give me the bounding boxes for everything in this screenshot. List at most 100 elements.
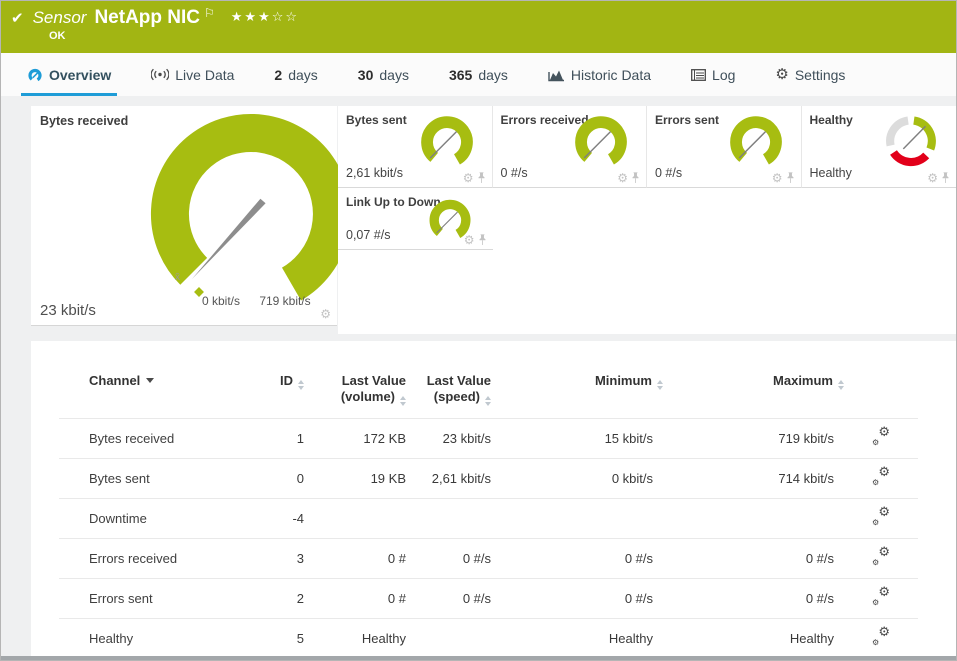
tab-historic-data[interactable]: Historic Data	[548, 53, 651, 96]
channel-settings-gears-icon[interactable]: ⚙⚙	[871, 468, 891, 486]
tab-365-days[interactable]: 365days	[449, 53, 508, 96]
channel-id-cell: 3	[209, 539, 304, 579]
minimum-cell: 0 #/s	[491, 579, 663, 619]
channel-settings-gears-icon[interactable]: ⚙⚙	[871, 588, 891, 606]
column-header-actions	[844, 367, 918, 419]
object-kind-label: Sensor	[33, 8, 87, 28]
sort-desc-icon	[146, 378, 154, 383]
channel-settings-gears-icon[interactable]: ⚙⚙	[871, 628, 891, 646]
column-header-last-value-speed[interactable]: Last Value (speed)	[406, 367, 491, 419]
segmented-gauge	[882, 114, 940, 172]
channel-gear-icon[interactable]: ⚙	[927, 172, 938, 184]
channel-row: Errors received 3 0 # 0 #/s 0 #/s 0 #/s …	[59, 539, 918, 579]
last-value-speed-cell: 2,61 kbit/s	[406, 459, 491, 499]
pin-icon[interactable]	[631, 172, 640, 184]
last-value-volume-cell: 0 #	[304, 579, 406, 619]
tab-settings[interactable]: ⚙ Settings	[775, 53, 845, 96]
channel-settings-gears-icon[interactable]: ⚙⚙	[871, 428, 891, 446]
channel-row: Healthy 5 Healthy Healthy Healthy ⚙⚙	[59, 619, 918, 656]
pin-icon[interactable]	[478, 234, 487, 246]
channel-id-cell: 2	[209, 579, 304, 619]
gauge-value: 0,07 #/s	[346, 228, 390, 242]
gauge-card-bytes-sent: Bytes sent 2,61 kbit/s ⚙	[338, 106, 493, 188]
channel-gear-icon[interactable]: ⚙	[772, 172, 783, 184]
small-gauge	[418, 114, 476, 172]
pin-icon[interactable]	[941, 172, 950, 184]
gear-icon: ⚙	[775, 67, 788, 82]
maximum-cell: 0 #/s	[663, 579, 844, 619]
gauge-title: Bytes received	[40, 114, 128, 128]
sensor-title: NetApp NIC	[94, 7, 200, 29]
last-value-speed-cell: 23 kbit/s	[406, 419, 491, 459]
channel-settings-gears-icon[interactable]: ⚙⚙	[871, 508, 891, 526]
sensor-page: ✔ Sensor NetApp NIC ⚐ ★★★☆☆ OK Overview …	[0, 0, 957, 661]
channel-table: Channel ID Last Value (volume) Last Valu…	[59, 367, 918, 656]
gauge-value: 0 #/s	[655, 166, 682, 180]
window-bottom-edge	[1, 656, 956, 660]
column-header-id[interactable]: ID	[209, 367, 304, 419]
gauge-value: 2,61 kbit/s	[346, 166, 403, 180]
maximum-cell: Healthy	[663, 619, 844, 656]
gauge-title: Healthy	[810, 113, 853, 127]
tab-overview[interactable]: Overview	[27, 53, 111, 96]
column-header-maximum[interactable]: Maximum	[663, 367, 844, 419]
minimum-cell: Healthy	[491, 619, 663, 656]
primary-gauge: x̄	[131, 111, 371, 311]
channel-name-cell: Healthy	[59, 619, 209, 656]
live-data-icon	[151, 68, 169, 81]
minimum-cell: 0 #/s	[491, 539, 663, 579]
sort-icon	[657, 380, 663, 390]
status-ok-check-icon: ✔	[11, 9, 24, 27]
maximum-cell: 714 kbit/s	[663, 459, 844, 499]
last-value-speed-cell	[406, 619, 491, 656]
pin-icon[interactable]	[477, 172, 486, 184]
channel-name-cell: Errors received	[59, 539, 209, 579]
channel-gear-icon[interactable]: ⚙	[617, 172, 628, 184]
channel-id-cell: 5	[209, 619, 304, 656]
gauge-current-value: 23 kbit/s	[40, 302, 96, 319]
tab-2-days[interactable]: 2days	[274, 53, 317, 96]
small-gauge	[727, 114, 785, 172]
last-value-volume-cell: 19 KB	[304, 459, 406, 499]
tab-live-data[interactable]: Live Data	[151, 53, 234, 96]
channel-gear-icon[interactable]: ⚙	[463, 172, 474, 184]
channel-name-cell: Bytes received	[59, 419, 209, 459]
maximum-cell: 0 #/s	[663, 539, 844, 579]
column-header-minimum[interactable]: Minimum	[491, 367, 663, 419]
sensor-header: ✔ Sensor NetApp NIC ⚐ ★★★☆☆ OK	[1, 1, 956, 53]
priority-stars[interactable]: ★★★☆☆	[231, 9, 299, 25]
flag-icon[interactable]: ⚐	[204, 6, 215, 20]
channel-id-cell: 0	[209, 459, 304, 499]
sort-icon	[298, 380, 304, 390]
sort-icon	[838, 380, 844, 390]
channel-gear-icon[interactable]: ⚙	[320, 308, 331, 320]
channel-row: Downtime -4 ⚙⚙	[59, 499, 918, 539]
channel-settings-gears-icon[interactable]: ⚙⚙	[871, 548, 891, 566]
gauge-title: Bytes sent	[346, 113, 407, 127]
primary-gauge-card: Bytes received x̄ 0 kbit/s 719 kbit/s 23…	[31, 106, 337, 326]
pin-icon[interactable]	[786, 172, 795, 184]
channel-id-cell: 1	[209, 419, 304, 459]
gauge-card-errors-received: Errors received 0 #/s ⚙	[493, 106, 648, 188]
status-badge: OK	[49, 30, 66, 42]
channel-name-cell: Errors sent	[59, 579, 209, 619]
channel-row: Errors sent 2 0 # 0 #/s 0 #/s 0 #/s ⚙⚙	[59, 579, 918, 619]
tab-log[interactable]: Log	[691, 53, 735, 96]
channel-row: Bytes received 1 172 KB 23 kbit/s 15 kbi…	[59, 419, 918, 459]
maximum-cell: 719 kbit/s	[663, 419, 844, 459]
sort-icon	[400, 396, 406, 406]
gauge-value: Healthy	[810, 166, 852, 180]
channel-row: Bytes sent 0 19 KB 2,61 kbit/s 0 kbit/s …	[59, 459, 918, 499]
channel-gear-icon[interactable]: ⚙	[464, 234, 475, 246]
tab-30-days[interactable]: 30days	[358, 53, 409, 96]
last-value-volume-cell: Healthy	[304, 619, 406, 656]
tab-bar: Overview Live Data 2days 30days 365days …	[1, 53, 956, 96]
small-gauge	[572, 114, 630, 172]
column-header-channel[interactable]: Channel	[59, 367, 209, 419]
column-header-last-value-volume[interactable]: Last Value (volume)	[304, 367, 406, 419]
minimum-cell: 0 kbit/s	[491, 459, 663, 499]
gauge-card-link-up-to-down: Link Up to Down 0,07 #/s ⚙	[338, 188, 493, 250]
last-value-volume-cell: 172 KB	[304, 419, 406, 459]
sort-icon	[485, 396, 491, 406]
gauge-card-errors-sent: Errors sent 0 #/s ⚙	[647, 106, 802, 188]
